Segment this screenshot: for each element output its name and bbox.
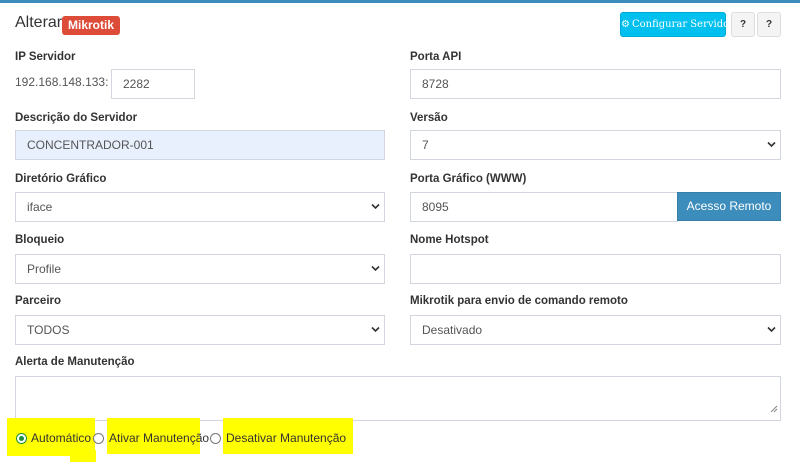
chevron-down-icon [371,255,380,272]
mikrotik-remoto-value: Desativado [422,323,483,337]
radio-desativar-manutencao-label[interactable]: Desativar Manutenção [226,431,346,445]
ip-servidor-label: IP Servidor [15,51,76,63]
radio-desativar-manutencao[interactable] [210,433,221,444]
bloqueio-value: Profile [27,262,62,276]
top-accent-bar [0,0,800,3]
radio-ativar-manutencao-label[interactable]: Ativar Manutenção [109,431,209,445]
porta-api-input[interactable]: 8728 [410,69,781,99]
versao-label: Versão [410,112,448,124]
highlight-mark [70,450,96,462]
mikrotik-remoto-label: Mikrotik para envio de comando remoto [410,295,628,307]
chevron-down-icon [371,193,380,210]
versao-value: 7 [422,138,429,152]
radio-automatico-label[interactable]: Automático [31,431,91,445]
diretorio-select[interactable]: iface [15,192,385,222]
alerta-textarea[interactable] [15,376,781,421]
configurar-servidor-label: Configurar Servidor [631,19,734,30]
porta-api-label: Porta API [410,51,462,63]
porta-grafico-input[interactable]: 8095 [410,192,678,222]
bloqueio-label: Bloqueio [15,234,65,246]
parceiro-value: TODOS [27,323,70,337]
versao-select[interactable]: 7 [410,130,781,160]
mikrotik-badge: Mikrotik [62,16,121,35]
diretorio-label: Diretório Gráfico [15,173,107,185]
descricao-label: Descrição do Servidor [15,112,138,124]
resize-handle-icon[interactable] [770,400,778,418]
acesso-remoto-button[interactable]: Acesso Remoto [677,192,781,221]
gear-icon: ⚙ [621,19,630,30]
bloqueio-select[interactable]: Profile [15,254,385,284]
chevron-down-icon [767,131,776,148]
parceiro-select[interactable]: TODOS [15,315,385,345]
diretorio-value: iface [27,200,53,214]
mikrotik-remoto-select[interactable]: Desativado [410,315,781,345]
ip-servidor-prefix: 192.168.148.133: [15,75,109,89]
page-title: Alterar [15,14,63,31]
chevron-down-icon [371,316,380,333]
chevron-down-icon [767,316,776,333]
radio-ativar-manutencao[interactable] [93,433,104,444]
help-button-2[interactable]: ? [757,12,781,37]
nome-hotspot-label: Nome Hotspot [410,234,489,246]
porta-grafico-label: Porta Gráfico (WWW) [410,173,527,185]
descricao-input[interactable]: CONCENTRADOR-001 [15,130,385,160]
nome-hotspot-input[interactable] [410,254,781,284]
configurar-servidor-button[interactable]: ⚙ Configurar Servidor [620,12,734,37]
ip-servidor-port-input[interactable]: 2282 [111,69,195,99]
help-button-1[interactable]: ? [731,12,755,37]
alerta-label: Alerta de Manutenção [15,356,135,368]
radio-automatico[interactable] [16,433,27,444]
parceiro-label: Parceiro [15,295,62,307]
